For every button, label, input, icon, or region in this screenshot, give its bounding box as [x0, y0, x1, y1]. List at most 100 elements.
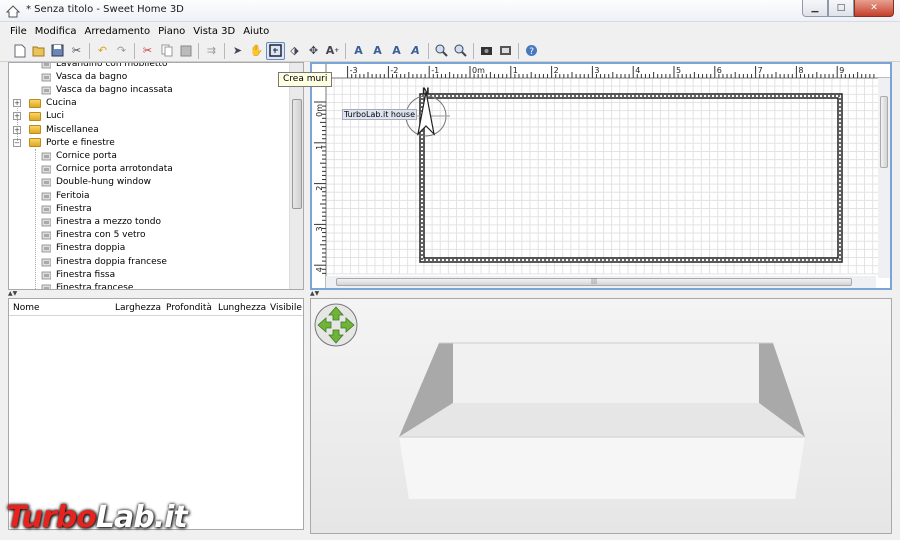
- toolbar-separator: [198, 42, 199, 59]
- scrollbar-thumb[interactable]: |||: [336, 278, 852, 286]
- new-icon[interactable]: [10, 42, 29, 60]
- folder-icon: [29, 111, 41, 121]
- minimize-button[interactable]: ▁: [802, 0, 828, 17]
- splitter-arrows-icon[interactable]: ▲▼: [8, 290, 17, 297]
- window-icon: [41, 205, 51, 214]
- close-button[interactable]: ✕: [854, 0, 894, 17]
- ruler-label: 7: [758, 66, 763, 75]
- folder-icon: [29, 98, 41, 108]
- ruler-label: 6: [717, 66, 722, 75]
- compass-north-label: N: [422, 87, 430, 97]
- door-frame-icon: [41, 152, 51, 161]
- menu-arredamento[interactable]: Arredamento: [81, 26, 155, 37]
- tree-item-label: Lavandino con mobiletto: [56, 62, 168, 69]
- tree-item-label: Cornice porta arrotondata: [56, 164, 173, 175]
- column-header-profondita[interactable]: Profondità: [166, 303, 212, 313]
- menu-file[interactable]: File: [6, 26, 31, 37]
- plan-vertical-scrollbar[interactable]: [878, 78, 890, 278]
- menu-aiuto[interactable]: Aiuto: [239, 26, 273, 37]
- column-header-lunghezza[interactable]: Lunghezza: [218, 303, 266, 313]
- add-text-icon[interactable]: A +: [323, 42, 342, 60]
- undo-icon[interactable]: ↶: [93, 42, 112, 60]
- svg-text:?: ?: [529, 47, 534, 57]
- create-walls-icon[interactable]: [266, 41, 285, 60]
- catalog-item[interactable]: Lavandino con mobiletto: [9, 62, 168, 70]
- maximize-button[interactable]: □: [828, 0, 854, 17]
- scrollbar-thumb[interactable]: [880, 96, 888, 168]
- tree-item-label: Vasca da bagno: [56, 71, 128, 82]
- catalog-item[interactable]: Cornice porta: [9, 149, 117, 162]
- create-dimensions-icon[interactable]: ✥: [304, 42, 323, 60]
- plan-horizontal-scrollbar[interactable]: |||: [326, 276, 876, 288]
- text-style-icon[interactable]: A: [387, 42, 406, 60]
- ruler-label: 1: [315, 145, 324, 150]
- catalog-item[interactable]: Finestra doppia: [9, 242, 125, 255]
- catalog-item[interactable]: Finestra fissa: [9, 268, 115, 281]
- catalog-item[interactable]: Finestra francese: [9, 281, 133, 289]
- toolbar-separator: [345, 42, 346, 59]
- splitter-arrows-icon[interactable]: ▲▼: [310, 290, 319, 297]
- add-furniture-icon[interactable]: ⇉: [202, 42, 221, 60]
- open-icon[interactable]: [29, 42, 48, 60]
- tree-item-label: Cucina: [46, 98, 77, 109]
- select-icon[interactable]: ➤: [228, 42, 247, 60]
- menu-vista3d[interactable]: Vista 3D: [189, 26, 239, 37]
- catalog-item[interactable]: Finestra a mezzo tondo: [9, 215, 161, 228]
- column-header-visibile[interactable]: Visibile: [270, 303, 302, 313]
- catalog-category[interactable]: + Miscellanea: [9, 123, 99, 136]
- navigation-arrows-icon[interactable]: [314, 303, 358, 347]
- plan-view[interactable]: -3 -2 -1 0m 1 2 3 4 5 6 7 8 9 0m 1 2 3 4 N TurboLab.it hou…: [310, 62, 892, 290]
- catalog-item[interactable]: Feritoia: [9, 189, 89, 202]
- ruler-label: -3: [350, 66, 358, 75]
- text-style-icon[interactable]: A: [406, 42, 425, 60]
- zoom-out-icon[interactable]: [451, 42, 470, 60]
- text-style-icon[interactable]: A: [368, 42, 387, 60]
- redo-icon[interactable]: ↷: [112, 42, 131, 60]
- copy-icon[interactable]: [157, 42, 176, 60]
- ruler-label: -2: [390, 66, 398, 75]
- column-header-nome[interactable]: Nome: [13, 303, 40, 313]
- 3d-canvas[interactable]: [311, 299, 891, 533]
- catalog-item[interactable]: Finestra con 5 vetro: [9, 229, 146, 242]
- menu-piano[interactable]: Piano: [154, 26, 189, 37]
- vertical-ruler: [312, 64, 326, 288]
- catalog-item[interactable]: Double-hung window: [9, 176, 151, 189]
- create-rooms-icon[interactable]: ⬗: [285, 42, 304, 60]
- folder-icon: [29, 125, 41, 134]
- catalog-item[interactable]: Finestra: [9, 202, 92, 215]
- menu-modifica[interactable]: Modifica: [31, 26, 81, 37]
- photo-icon[interactable]: [477, 42, 496, 60]
- column-header-larghezza[interactable]: Larghezza: [115, 303, 161, 313]
- toolbar-separator: [134, 42, 135, 59]
- ruler-label: 3: [594, 66, 599, 75]
- bathtub-icon: [41, 86, 51, 95]
- catalog-category[interactable]: + Cucina: [9, 97, 77, 110]
- text-style-icon[interactable]: A: [349, 42, 368, 60]
- video-icon[interactable]: [496, 42, 515, 60]
- preferences-icon[interactable]: ✂: [67, 42, 86, 60]
- ruler-label: 1: [513, 66, 518, 75]
- 3d-view[interactable]: [310, 298, 892, 534]
- tree-item-label: Finestra: [56, 203, 92, 214]
- tree-item-label: Feritoia: [56, 190, 90, 201]
- catalog-item[interactable]: Vasca da bagno incassata: [9, 83, 173, 96]
- catalog-item[interactable]: Cornice porta arrotondata: [9, 163, 173, 176]
- catalog-item[interactable]: Finestra doppia francese: [9, 255, 167, 268]
- catalog-scrollbar[interactable]: [289, 63, 303, 289]
- catalog-item[interactable]: Vasca da bagno: [9, 70, 127, 83]
- catalog-category[interactable]: − Porte e finestre: [9, 136, 115, 149]
- window-icon: [41, 178, 51, 187]
- zoom-in-icon[interactable]: [432, 42, 451, 60]
- toolbar-separator: [518, 42, 519, 59]
- help-icon[interactable]: ?: [522, 42, 541, 60]
- tree-item-label: Finestra con 5 vetro: [56, 230, 146, 241]
- paste-icon[interactable]: [176, 42, 195, 60]
- save-icon[interactable]: [48, 42, 67, 60]
- sink-icon: [41, 63, 51, 68]
- cut-icon[interactable]: ✂: [138, 42, 157, 60]
- plan-canvas[interactable]: -3 -2 -1 0m 1 2 3 4 5 6 7 8 9 0m 1 2 3 4 N: [312, 64, 890, 288]
- scrollbar-thumb[interactable]: [292, 99, 302, 209]
- pan-icon[interactable]: ✋: [247, 42, 266, 60]
- ruler-label: 2: [554, 66, 559, 75]
- toolbar-separator: [428, 42, 429, 59]
